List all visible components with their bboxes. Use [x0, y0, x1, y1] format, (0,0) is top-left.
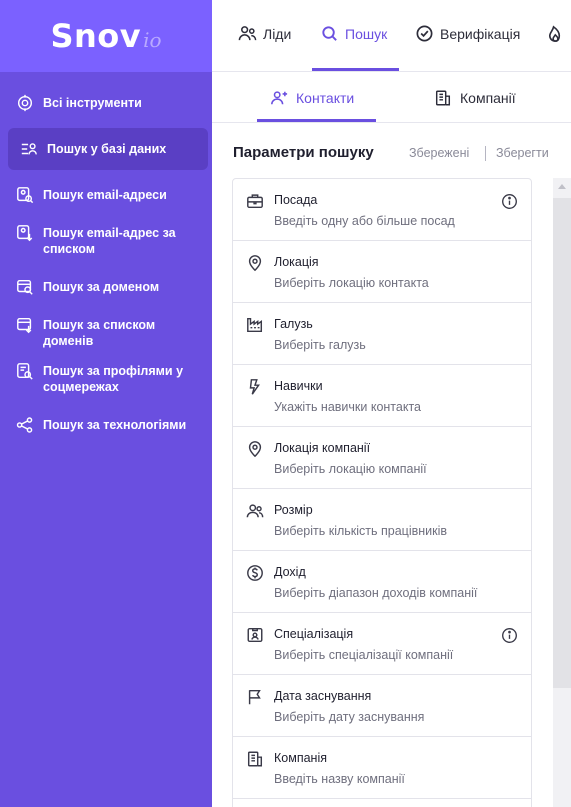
sidebar-item-email-list-search[interactable]: Пошук email-адрес за списком: [0, 225, 212, 257]
map-pin-icon: [248, 441, 262, 458]
filter-name: Локація: [274, 255, 319, 269]
filter-specialization[interactable]: Спеціалізація Виберіть спеціалізації ком…: [233, 613, 531, 675]
link-divider: [485, 146, 486, 161]
filter-founded-date[interactable]: Дата заснування Виберіть дату заснування: [233, 675, 531, 737]
filter-hint: Виберіть дату заснування: [274, 710, 425, 724]
filter-hint: Виберіть галузь: [274, 338, 366, 352]
users-icon: [238, 26, 257, 41]
tab-verification-label: Верифікація: [440, 25, 521, 42]
tab-companies[interactable]: Компанії: [434, 89, 516, 107]
sidebar-item-label: Пошук за профілями у соцмережах: [43, 364, 184, 394]
search-icon: [322, 26, 337, 41]
filter-hint: Виберіть локацію контакта: [274, 276, 429, 290]
sidebar-nav: Всі інструменти Пошук у базі даних Пошук…: [0, 72, 212, 433]
filter-name: Локація компанії: [274, 441, 371, 455]
id-card-icon: [247, 627, 263, 643]
filter-hint: Введіть одну або більше посад: [274, 214, 455, 228]
sidebar-item-label: Всі інструменти: [43, 96, 142, 110]
tab-search-label: Пошук: [345, 25, 388, 42]
snovio-logo[interactable]: Snov io: [0, 0, 212, 72]
factory-icon: [247, 317, 263, 333]
tab-companies-label: Компанії: [460, 90, 516, 106]
filter-job-title[interactable]: Посада Введіть одну або більше посад: [233, 179, 531, 241]
map-pin-icon: [248, 255, 262, 272]
sidebar: Snov io Всі інструменти Пошук у базі дани…: [0, 0, 212, 807]
dollar-icon: [247, 565, 263, 581]
logo-sub-text: io: [143, 28, 162, 52]
flag-icon: [248, 689, 261, 705]
filter-name: Дохід: [274, 565, 306, 579]
sidebar-item-social-search[interactable]: Пошук за профілями у соцмережах: [0, 363, 212, 395]
list-user-icon: [21, 142, 37, 154]
saved-searches-link[interactable]: Збережені: [409, 146, 469, 160]
domain-list-icon: [17, 317, 32, 334]
filter-hint: Введіть назву компанії: [274, 772, 405, 786]
building-icon: [247, 751, 263, 767]
profile-search-icon: [17, 363, 33, 380]
building-icon: [435, 90, 451, 106]
sidebar-item-all-tools[interactable]: Всі інструменти: [0, 94, 212, 112]
filter-industry[interactable]: Галузь Виберіть галузь: [233, 303, 531, 365]
domain-search-icon: [17, 279, 33, 295]
tab-search[interactable]: Пошук: [320, 24, 387, 43]
filter-size[interactable]: Розмір Виберіть кількість працівників: [233, 489, 531, 551]
sidebar-item-label: Пошук email-адрес за списком: [43, 226, 176, 256]
filter-company-location[interactable]: Локація компанії Виберіть локацію компан…: [233, 427, 531, 489]
people-icon: [246, 504, 264, 518]
filter-name: Галузь: [274, 317, 313, 331]
tab-contacts[interactable]: Контакти: [270, 89, 354, 107]
tab-leads-label: Ліди: [263, 25, 292, 42]
info-icon[interactable]: [501, 193, 518, 210]
sidebar-item-domain-list-search[interactable]: Пошук за списком доменів: [0, 317, 212, 349]
active-subtab-indicator: [257, 119, 376, 122]
sidebar-item-email-search[interactable]: Пошук email-адреси: [0, 187, 212, 204]
tab-contacts-label: Контакти: [296, 90, 355, 106]
filter-name: Посада: [274, 193, 318, 207]
filter-name: Дата заснування: [274, 689, 372, 703]
filter-hint: Виберіть локацію компанії: [274, 462, 427, 476]
filter-hint: Виберіть спеціалізації компанії: [274, 648, 454, 662]
tab-flame[interactable]: [546, 24, 571, 43]
scrollbar-thumb[interactable]: [553, 198, 571, 688]
sidebar-item-label: Пошук за списком доменів: [43, 318, 156, 348]
info-icon[interactable]: [501, 627, 518, 644]
scroll-up-arrow-icon[interactable]: [558, 184, 566, 189]
sidebar-item-label: Пошук у базі даних: [47, 142, 167, 156]
filter-list: Посада Введіть одну або більше посад Лок…: [232, 178, 532, 807]
briefcase-icon: [247, 194, 263, 209]
filter-name: Спеціалізація: [274, 627, 354, 641]
lightning-icon: [249, 379, 260, 395]
filter-company[interactable]: Компанія Введіть назву компанії: [233, 737, 531, 799]
tab-leads[interactable]: Ліди: [238, 24, 291, 43]
share-nodes-icon: [16, 417, 33, 433]
search-params-title: Параметри пошуку: [233, 144, 374, 161]
sidebar-item-label: Пошук за технологіями: [43, 418, 187, 432]
filter-hint: Виберіть діапазон доходів компанії: [274, 586, 478, 600]
logo-main-text: Snov: [50, 17, 142, 55]
sidebar-item-label: Пошук email-адреси: [43, 188, 167, 202]
search-contact-icon: [17, 187, 34, 204]
list-upload-icon: [17, 225, 33, 242]
filter-skills[interactable]: Навички Укажіть навички контакта: [233, 365, 531, 427]
filter-hint: Укажіть навички контакта: [274, 400, 421, 414]
filter-location[interactable]: Локація Виберіть локацію контакта: [233, 241, 531, 303]
sidebar-item-label: Пошук за доменом: [43, 280, 160, 294]
contacts-icon: [271, 91, 288, 105]
sidebar-item-database-search[interactable]: Пошук у базі даних: [8, 128, 208, 170]
filter-revenue[interactable]: Дохід Виберіть діапазон доходів компанії: [233, 551, 531, 613]
check-circle-icon: [416, 25, 433, 42]
search-subtabs: Контакти Компанії: [212, 72, 571, 123]
filter-name: Навички: [274, 379, 323, 393]
sidebar-item-domain-search[interactable]: Пошук за доменом: [0, 279, 212, 296]
target-icon: [17, 94, 33, 112]
top-navigation: Ліди Пошук Верифікація: [212, 0, 571, 72]
tab-verification[interactable]: Верифікація: [415, 24, 520, 43]
active-tab-indicator: [312, 68, 399, 71]
flame-icon: [548, 25, 561, 42]
filter-name: Компанія: [274, 751, 327, 765]
sidebar-item-technology-search[interactable]: Пошук за технологіями: [0, 417, 212, 434]
filter-hint: Виберіть кількість працівників: [274, 524, 448, 538]
filter-name: Розмір: [274, 503, 313, 517]
save-search-link[interactable]: Зберегти: [496, 146, 549, 160]
